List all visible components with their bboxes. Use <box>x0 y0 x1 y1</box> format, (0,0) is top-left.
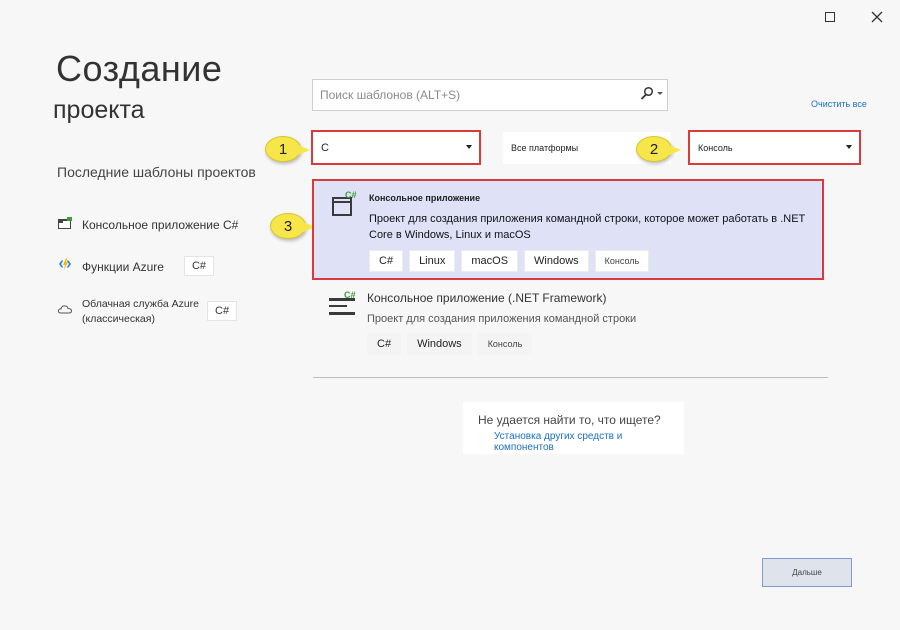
template-tags: C# Linux macOS Windows Консоль <box>369 250 650 272</box>
tag: Windows <box>407 333 472 355</box>
callout-1: 1 <box>265 136 310 162</box>
chevron-down-icon <box>657 92 663 95</box>
next-button[interactable]: Дальше <box>762 558 852 587</box>
recent-item-label: Функции Azure <box>82 260 164 274</box>
platform-filter-value: Все платформы <box>511 143 579 153</box>
install-more-tools-link[interactable]: Установка других средств и компонентов <box>494 431 684 453</box>
csharp-badge: C# <box>345 190 357 200</box>
template-title: Консольное приложение <box>369 193 481 203</box>
cloud-service-icon <box>57 305 73 314</box>
callout-3: 3 <box>270 213 315 239</box>
not-found-question: Не удается найти то, что ищете? <box>478 413 661 427</box>
console-app-icon: C# <box>332 190 357 216</box>
recent-item-cloud-service[interactable]: Облачная служба Azure (классическая) C# <box>57 297 238 327</box>
recent-item-azure-functions[interactable]: Функции Azure C# <box>57 256 215 276</box>
search-input[interactable] <box>313 80 623 110</box>
page-title-line2: проекта <box>53 96 145 124</box>
recent-item-label-line2: (классическая) <box>82 313 155 325</box>
console-app-icon <box>58 217 72 229</box>
template-search-box[interactable] <box>312 79 668 111</box>
tag: C# <box>369 250 404 272</box>
azure-functions-icon <box>59 258 71 270</box>
tag: Linux <box>409 250 456 272</box>
template-console-app-net-framework[interactable]: C# Консольное приложение (.NET Framework… <box>312 287 824 357</box>
maximize-button[interactable] <box>819 6 841 28</box>
page-title: Создание <box>56 48 223 89</box>
clear-all-link[interactable]: Очистить все <box>811 99 867 109</box>
close-icon <box>871 11 883 23</box>
console-app-framework-icon: C# <box>329 291 356 315</box>
language-filter-value: C <box>321 141 329 154</box>
close-button[interactable] <box>866 6 888 28</box>
language-chip: C# <box>183 256 215 276</box>
tag: C# <box>367 333 402 355</box>
template-console-app[interactable]: C# Консольное приложение Проект для созд… <box>312 179 824 280</box>
tag: Консоль <box>594 250 650 272</box>
template-tags: C# Windows Консоль <box>367 333 533 355</box>
template-title: Консольное приложение (.NET Framework) <box>367 291 607 305</box>
recent-item-console-app[interactable]: Консольное приложение C# <box>57 216 238 232</box>
recent-item-label: Консольное приложение C# <box>82 218 239 232</box>
divider <box>313 377 828 378</box>
not-found-panel: Не удается найти то, что ищете? Установк… <box>463 402 684 454</box>
search-icon <box>640 86 654 100</box>
recent-item-label: Облачная служба Azure <box>82 298 200 310</box>
recent-templates-header: Последние шаблоны проектов <box>57 164 256 180</box>
tag: macOS <box>461 250 519 272</box>
chevron-down-icon <box>846 145 852 149</box>
callout-2: 2 <box>636 136 681 162</box>
chevron-down-icon <box>466 145 472 149</box>
template-description: Проект для создания приложения командной… <box>369 213 806 241</box>
language-filter-dropdown[interactable]: C <box>311 130 481 165</box>
tag: Консоль <box>477 333 533 355</box>
project-type-filter-value: Консоль <box>698 142 733 153</box>
csharp-badge: C# <box>344 291 356 300</box>
project-type-filter-dropdown[interactable]: Консоль <box>688 130 861 165</box>
language-chip: C# <box>207 301 238 321</box>
search-button[interactable] <box>640 86 664 102</box>
maximize-icon <box>825 12 835 22</box>
template-description: Проект для создания приложения командной… <box>367 313 637 325</box>
tag: Windows <box>524 250 589 272</box>
